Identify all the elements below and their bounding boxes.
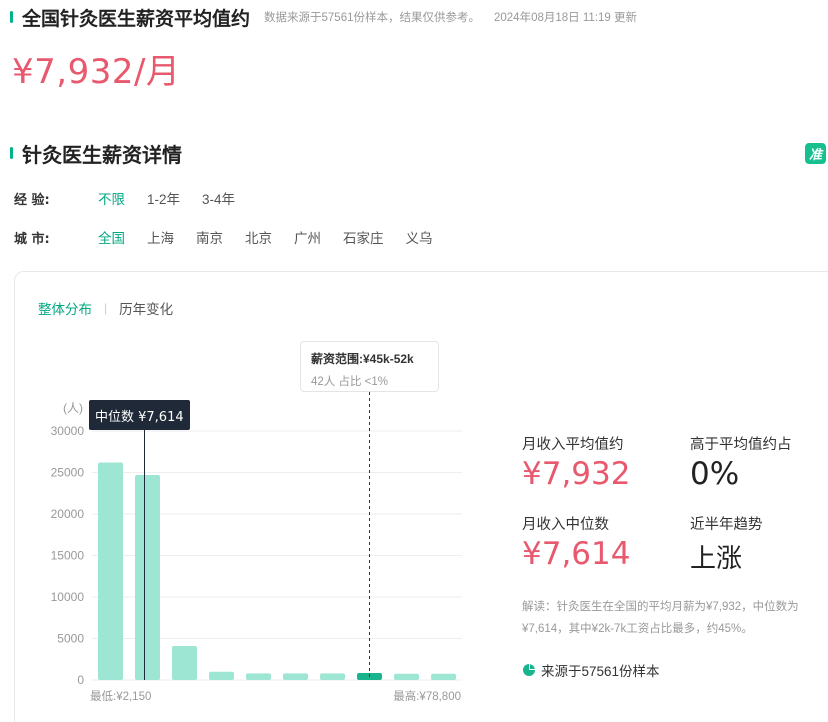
median-stat-label: 月收入中位数 bbox=[522, 517, 609, 533]
histogram-bar bbox=[246, 673, 271, 680]
above-average-label: 高于平均值约占 bbox=[690, 437, 792, 453]
y-tick-label: 5000 bbox=[57, 632, 84, 646]
pie-chart-icon bbox=[523, 664, 535, 676]
histogram-bar bbox=[98, 462, 123, 680]
histogram-bar bbox=[209, 671, 234, 680]
above-average-value: 0% bbox=[690, 456, 740, 492]
histogram-bar bbox=[431, 673, 456, 680]
average-stat: 月收入平均值约 ¥7,932 bbox=[522, 433, 630, 492]
trend-stat: 近半年趋势 上涨 bbox=[690, 513, 763, 575]
tooltip-title: 薪资范围:¥45k-52k bbox=[311, 352, 414, 366]
trend-stat-value: 上涨 bbox=[690, 543, 743, 573]
median-tag: 中位数 ¥7,614 bbox=[89, 400, 190, 430]
y-tick-label: 15000 bbox=[51, 549, 85, 563]
sample-source: 来源于57561份样本 bbox=[522, 660, 660, 680]
max-salary-label: 最高:¥78,800 bbox=[393, 689, 461, 703]
average-stat-value: ¥7,932 bbox=[522, 456, 631, 492]
sample-source-text: 来源于57561份样本 bbox=[541, 664, 660, 679]
y-tick-label: 25000 bbox=[51, 466, 85, 480]
salary-explanation: 解读：针灸医生在全国的平均月薪为¥7,932，中位数为¥7,614，其中¥2k-… bbox=[522, 601, 799, 635]
y-tick-label: 10000 bbox=[51, 590, 85, 604]
y-tick-label: 30000 bbox=[51, 424, 85, 438]
median-stat-value: ¥7,614 bbox=[522, 536, 631, 572]
histogram-bar bbox=[394, 673, 419, 680]
median-stat: 月收入中位数 ¥7,614 bbox=[522, 513, 630, 572]
trend-stat-label: 近半年趋势 bbox=[690, 517, 763, 533]
histogram-bar bbox=[283, 673, 308, 680]
y-axis-label: (人) bbox=[63, 401, 83, 415]
y-tick-label: 0 bbox=[77, 673, 84, 687]
histogram-bar bbox=[320, 673, 345, 680]
chart-tooltip: 薪资范围:¥45k-52k 42人 占比 <1% bbox=[300, 341, 439, 392]
min-salary-label: 最低:¥2,150 bbox=[90, 690, 151, 703]
tooltip-detail: 42人 占比 <1% bbox=[311, 376, 389, 388]
above-average-stat: 高于平均值约占 0% bbox=[690, 433, 792, 492]
average-stat-label: 月收入平均值约 bbox=[522, 437, 624, 453]
histogram-bar bbox=[135, 474, 160, 680]
histogram-bar bbox=[172, 645, 197, 680]
y-tick-label: 20000 bbox=[51, 507, 85, 521]
